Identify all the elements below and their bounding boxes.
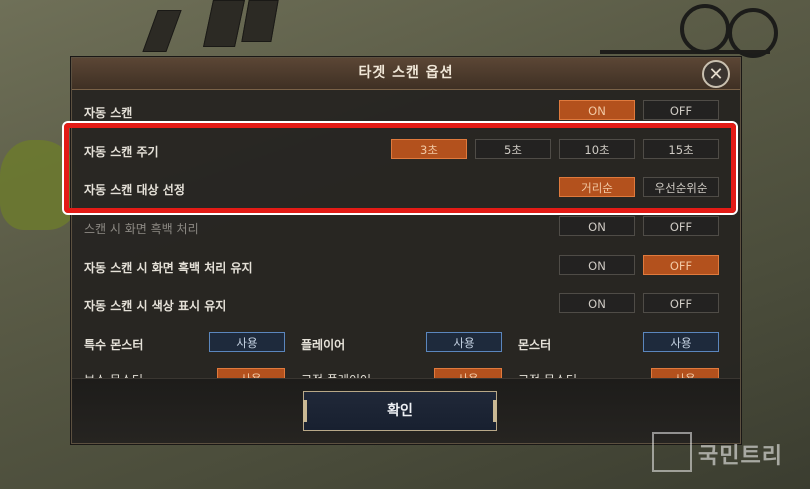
background-wheel xyxy=(728,8,778,58)
row-label: 자동 스캔 시 화면 흑백 처리 유지 xyxy=(84,261,253,275)
keep-color-on-button[interactable]: ON xyxy=(559,293,635,313)
watermark: 국민트리 xyxy=(652,432,802,476)
highlight-box xyxy=(64,123,736,213)
background-plank xyxy=(203,0,245,47)
row-keep-grayscale: 자동 스캔 시 화면 흑백 처리 유지 ON OFF xyxy=(72,252,740,282)
watermark-text: 국민트리 xyxy=(698,444,783,469)
row-label: 자동 스캔 xyxy=(84,106,133,120)
keep-color-off-button[interactable]: OFF xyxy=(643,293,719,313)
background-plank xyxy=(241,0,279,42)
background-plank xyxy=(142,10,182,52)
watermark-logo-icon xyxy=(652,432,692,472)
keep-grayscale-off-button[interactable]: OFF xyxy=(643,255,719,275)
player-use-button[interactable]: 사용 xyxy=(426,332,502,352)
special-monster-use-button[interactable]: 사용 xyxy=(209,332,285,352)
row-partial-categories: 보스 몬스터 사용 고정 플레이어 사용 고정 몬스터 사용 xyxy=(72,363,740,379)
category-label-special-monster: 특수 몬스터 xyxy=(84,338,144,352)
keep-grayscale-on-button[interactable]: ON xyxy=(559,255,635,275)
auto-scan-off-button[interactable]: OFF xyxy=(643,100,719,120)
row-label: 스캔 시 화면 흑백 처리 xyxy=(84,222,199,236)
background-machinery xyxy=(600,0,778,58)
target-scan-options-dialog: 타겟 스캔 옵션 ✕ 자동 스캔 ON OFF 자동 스캔 주기 3초 5초 1… xyxy=(71,57,741,444)
row-label: 자동 스캔 시 색상 표시 유지 xyxy=(84,299,227,313)
close-x-icon[interactable]: ✕ xyxy=(702,60,730,88)
auto-scan-on-button[interactable]: ON xyxy=(559,100,635,120)
monster-use-button[interactable]: 사용 xyxy=(643,332,719,352)
grayscale-off-button[interactable]: OFF xyxy=(643,216,719,236)
dialog-footer: 확인 xyxy=(72,378,740,443)
row-target-categories: 특수 몬스터 사용 플레이어 사용 몬스터 사용 xyxy=(72,329,740,359)
dialog-title: 타겟 스캔 옵션 xyxy=(72,58,740,90)
category-label-player: 플레이어 xyxy=(301,338,346,352)
category-label-monster: 몬스터 xyxy=(518,338,552,352)
confirm-button[interactable]: 확인 xyxy=(303,391,497,431)
row-keep-color-display: 자동 스캔 시 색상 표시 유지 ON OFF xyxy=(72,290,740,320)
background-wheel xyxy=(680,4,730,54)
grayscale-on-button[interactable]: ON xyxy=(559,216,635,236)
row-grayscale-on-scan: 스캔 시 화면 흑백 처리 ON OFF xyxy=(72,213,740,243)
